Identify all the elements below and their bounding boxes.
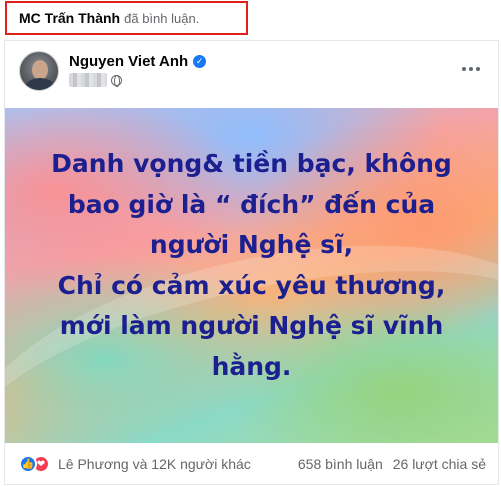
comments-count-link[interactable]: 658 bình luận (298, 456, 383, 472)
dot-icon (476, 67, 480, 71)
post-footer: 👍 ❤ Lê Phương và 12K người khác 658 bình… (5, 451, 498, 477)
post-card: Nguyen Viet Anh ✓ Danh vọng& tiền bạc, k… (4, 40, 499, 485)
image-text-line: người Nghệ sĩ, (149, 230, 354, 259)
activity-actor[interactable]: MC Trấn Thành (19, 10, 120, 26)
post-header: Nguyen Viet Anh ✓ (5, 41, 498, 101)
dot-icon (462, 67, 466, 71)
post-meta (69, 73, 122, 87)
image-text-line: bao giờ là “ đích” đến của (67, 189, 436, 219)
more-options-button[interactable] (458, 59, 484, 79)
author-row: Nguyen Viet Anh ✓ (69, 53, 207, 70)
image-text-line: Chỉ có cảm xúc yêu thương, (57, 270, 446, 300)
activity-action: đã bình luận. (124, 10, 200, 26)
image-text-line: mới làm người Nghệ sĩ vĩnh (59, 311, 444, 340)
like-icon: 👍 (19, 455, 37, 473)
author-name[interactable]: Nguyen Viet Anh (69, 53, 188, 70)
image-text-line: Danh vọng& tiền bạc, không (51, 149, 452, 178)
verified-badge-icon: ✓ (193, 55, 207, 68)
engagement-counts: 658 bình luận 26 lượt chia sẻ (288, 456, 486, 472)
dot-icon (469, 67, 473, 71)
post-image[interactable]: Danh vọng& tiền bạc, không bao giờ là “ … (5, 108, 498, 443)
post-timestamp-blurred[interactable] (69, 73, 107, 87)
post-image-text: Danh vọng& tiền bạc, không bao giờ là “ … (5, 108, 498, 443)
avatar[interactable] (19, 51, 59, 91)
avatar-face (32, 60, 48, 80)
avatar-body (25, 78, 55, 90)
image-text-line: hằng. (211, 351, 292, 381)
activity-banner: MC Trấn Thành đã bình luận. (5, 1, 248, 35)
globe-icon (111, 74, 122, 87)
reactors-text[interactable]: Lê Phương và 12K người khác (58, 456, 251, 472)
shares-count-link[interactable]: 26 lượt chia sẻ (393, 456, 486, 472)
reactions-summary[interactable]: 👍 ❤ Lê Phương và 12K người khác (19, 455, 251, 473)
